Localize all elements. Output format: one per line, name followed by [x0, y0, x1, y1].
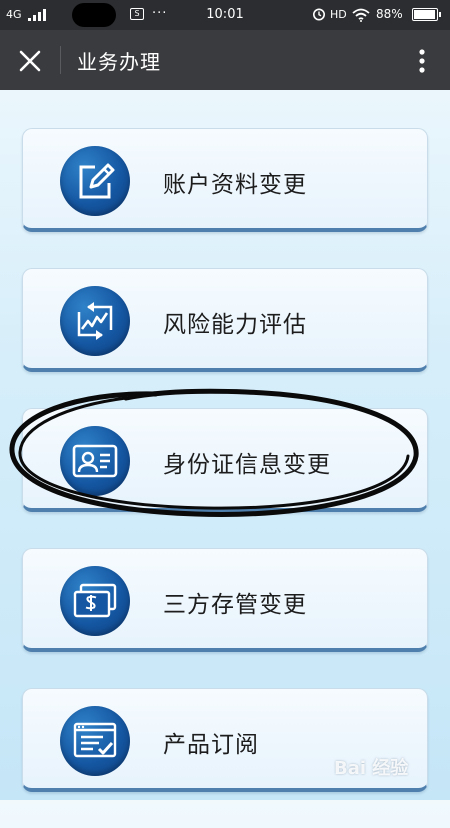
- status-bar: 4G S ··· 10:01 HD 88%: [0, 0, 450, 30]
- alarm-icon: [313, 8, 325, 21]
- menu-item-label: 风险能力评估: [163, 312, 307, 338]
- more-vertical-icon: [419, 49, 425, 73]
- wifi-icon: [352, 8, 370, 22]
- id-card-icon: [72, 444, 118, 478]
- icon-circle: [60, 146, 130, 216]
- menu-item-label: 账户资料变更: [163, 172, 307, 198]
- checklist-icon: [73, 722, 117, 758]
- menu-item-label: 身份证信息变更: [163, 452, 331, 478]
- icon-circle: [60, 426, 130, 496]
- edit-document-icon: [79, 163, 115, 199]
- battery-icon: [412, 8, 441, 21]
- app-bar: 业务办理: [0, 30, 450, 90]
- menu-item-account-info-change[interactable]: 账户资料变更: [22, 128, 428, 232]
- battery-percent: 88%: [376, 7, 403, 21]
- icon-circle: [60, 286, 130, 356]
- watermark-text: Bai 经验: [334, 758, 409, 779]
- menu-item-label: 产品订阅: [163, 732, 259, 758]
- trend-chart-icon: [77, 302, 113, 340]
- icon-circle: [60, 706, 130, 776]
- watermark: Bai 经验: [334, 748, 444, 784]
- app-bar-divider: [60, 46, 61, 74]
- menu-item-third-party-custody-change[interactable]: 三方存管变更: [22, 548, 428, 652]
- menu-item-id-card-info-change[interactable]: 身份证信息变更: [22, 408, 428, 512]
- hd-indicator: HD: [330, 8, 347, 21]
- close-icon: [19, 50, 41, 72]
- menu-item-label: 三方存管变更: [163, 592, 307, 618]
- service-menu: 账户资料变更 风险能力评估 身份证信息变更 三方存管变更 产品订阅: [22, 128, 428, 828]
- money-card-icon: [73, 583, 117, 618]
- more-button[interactable]: [402, 41, 442, 81]
- menu-item-risk-assessment[interactable]: 风险能力评估: [22, 268, 428, 372]
- close-button[interactable]: [10, 41, 50, 81]
- icon-circle: [60, 566, 130, 636]
- page-title: 业务办理: [77, 50, 161, 74]
